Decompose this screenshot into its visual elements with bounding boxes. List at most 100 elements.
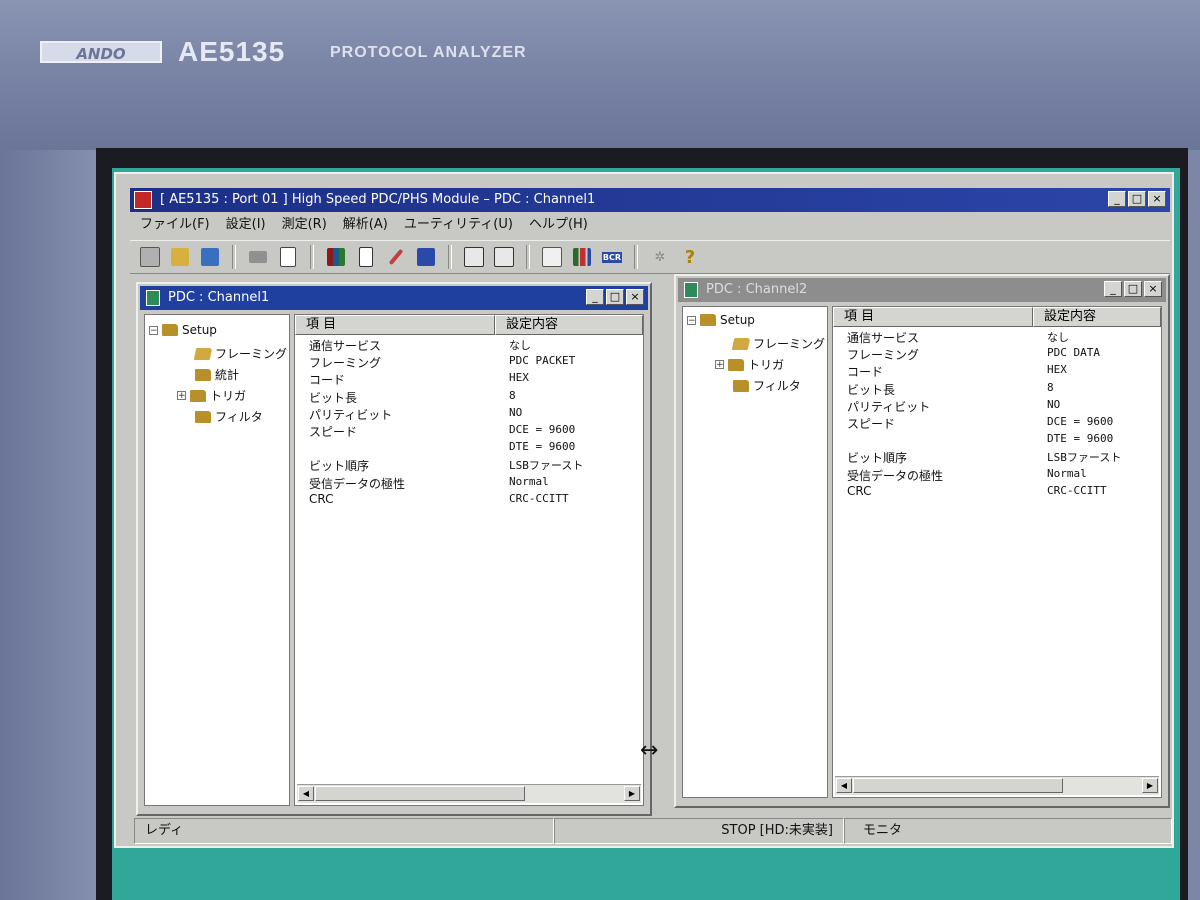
close-button[interactable]: × bbox=[1144, 281, 1162, 297]
report-icon[interactable] bbox=[462, 245, 486, 269]
list-item[interactable]: CRC CRC-CCITT bbox=[833, 484, 1161, 501]
scroll-left-icon[interactable]: ◀ bbox=[836, 778, 852, 793]
toolbar-separator bbox=[232, 245, 236, 269]
pencil-icon[interactable] bbox=[384, 245, 408, 269]
close-button[interactable]: × bbox=[1148, 191, 1166, 207]
print-icon[interactable] bbox=[246, 245, 270, 269]
device-product-name: PROTOCOL ANALYZER bbox=[330, 44, 527, 61]
settings-icon[interactable]: ✲ bbox=[648, 245, 672, 269]
channel1-title-bar[interactable]: PDC : Channel1 _ □ × bbox=[140, 286, 648, 310]
close-button[interactable]: × bbox=[626, 289, 644, 305]
horizontal-scrollbar[interactable]: ◀ ▶ bbox=[835, 776, 1159, 795]
list-item[interactable]: ビット順序 LSBファースト bbox=[295, 457, 643, 474]
status-stop: STOP [HD:未実装] bbox=[554, 818, 844, 844]
edit-icon[interactable] bbox=[354, 245, 378, 269]
collapse-icon[interactable]: − bbox=[687, 315, 696, 325]
column-header-item[interactable]: 項 目 bbox=[295, 315, 495, 335]
bcr-icon[interactable]: BCR bbox=[600, 245, 624, 269]
tree-node-filter[interactable]: フィルタ bbox=[733, 377, 801, 394]
list-item[interactable]: ビット順序 LSBファースト bbox=[833, 449, 1161, 466]
upload-icon[interactable] bbox=[168, 245, 192, 269]
maximize-button[interactable]: □ bbox=[1128, 191, 1146, 207]
column-header-item[interactable]: 項 目 bbox=[833, 307, 1033, 327]
folder-icon bbox=[728, 358, 744, 371]
list-item[interactable]: パリティビット NO bbox=[833, 398, 1161, 415]
scroll-left-icon[interactable]: ◀ bbox=[298, 786, 314, 801]
menu-measure[interactable]: 測定(R) bbox=[282, 214, 327, 236]
list-item[interactable]: 受信データの極性 Normal bbox=[833, 467, 1161, 484]
device-bezel-left bbox=[0, 150, 108, 900]
terminal-icon[interactable] bbox=[414, 245, 438, 269]
list-icon[interactable] bbox=[540, 245, 564, 269]
toolbar-separator bbox=[634, 245, 638, 269]
channel2-window[interactable]: PDC : Channel2 _ □ × − Setup フレーミング + トリ… bbox=[674, 274, 1170, 808]
horizontal-scrollbar[interactable]: ◀ ▶ bbox=[297, 784, 641, 803]
folder-icon bbox=[190, 389, 206, 402]
column-header-setting[interactable]: 設定内容 bbox=[1033, 307, 1161, 327]
menu-settings[interactable]: 設定(I) bbox=[226, 214, 266, 236]
bar-chart-icon[interactable] bbox=[570, 245, 594, 269]
list-item[interactable]: フレーミング PDC PACKET bbox=[295, 354, 643, 371]
folder-open-icon bbox=[193, 347, 213, 360]
collapse-icon[interactable]: − bbox=[149, 325, 158, 335]
list-item[interactable]: 通信サービス なし bbox=[833, 329, 1161, 346]
channel2-title: PDC : Channel2 bbox=[706, 282, 808, 297]
folder-icon bbox=[195, 410, 211, 423]
menu-help[interactable]: ヘルプ(H) bbox=[529, 214, 588, 236]
status-mode: モニタ bbox=[844, 818, 1172, 844]
tree-node-framing[interactable]: フレーミング bbox=[731, 335, 825, 352]
list-item[interactable]: ビット長 8 bbox=[833, 381, 1161, 398]
brand-logo: ANDO bbox=[40, 41, 162, 63]
main-title-bar[interactable]: [ AE5135 : Port 01 ] High Speed PDC/PHS … bbox=[130, 188, 1170, 212]
device-model: AE5135 bbox=[178, 36, 286, 67]
download-icon[interactable] bbox=[198, 245, 222, 269]
menu-analysis[interactable]: 解析(A) bbox=[343, 214, 388, 236]
tree-node-trigger[interactable]: + トリガ bbox=[177, 387, 246, 404]
channel1-window[interactable]: PDC : Channel1 _ □ × − Setup フレーミング 統計 +… bbox=[136, 282, 652, 816]
list-item[interactable]: ビット長 8 bbox=[295, 389, 643, 406]
scroll-right-icon[interactable]: ▶ bbox=[1142, 778, 1158, 793]
maximize-button[interactable]: □ bbox=[1124, 281, 1142, 297]
copy-icon[interactable] bbox=[138, 245, 162, 269]
scroll-thumb[interactable] bbox=[315, 786, 525, 801]
frame-icon[interactable] bbox=[492, 245, 516, 269]
menu-file[interactable]: ファイル(F) bbox=[140, 214, 210, 236]
scroll-right-icon[interactable]: ▶ bbox=[624, 786, 640, 801]
list-item[interactable]: パリティビット NO bbox=[295, 406, 643, 423]
tree-node-setup[interactable]: − Setup bbox=[687, 313, 755, 327]
column-header-setting[interactable]: 設定内容 bbox=[495, 315, 643, 335]
toolbar-separator bbox=[526, 245, 530, 269]
menu-bar: ファイル(F) 設定(I) 測定(R) 解析(A) ユーティリティ(U) ヘルプ… bbox=[130, 214, 1170, 236]
tree-node-trigger[interactable]: + トリガ bbox=[715, 356, 784, 373]
expand-icon[interactable]: + bbox=[177, 391, 186, 401]
list-item[interactable]: スピード DCE = 9600 bbox=[833, 415, 1161, 432]
menu-utility[interactable]: ユーティリティ(U) bbox=[404, 214, 513, 236]
tree-node-framing[interactable]: フレーミング bbox=[193, 345, 287, 362]
list-item[interactable]: 受信データの極性 Normal bbox=[295, 475, 643, 492]
folder-open-icon bbox=[731, 337, 751, 350]
scroll-thumb[interactable] bbox=[853, 778, 1063, 793]
device-bezel: ANDO AE5135 PROTOCOL ANALYZER bbox=[0, 0, 1200, 150]
help-icon[interactable]: ? bbox=[678, 245, 702, 269]
document-icon[interactable] bbox=[276, 245, 300, 269]
minimize-button[interactable]: _ bbox=[1108, 191, 1126, 207]
tree-node-statistics[interactable]: 統計 bbox=[195, 366, 239, 383]
minimize-button[interactable]: _ bbox=[1104, 281, 1122, 297]
list-item[interactable]: CRC CRC-CCITT bbox=[295, 492, 643, 509]
list-item[interactable]: 通信サービス なし bbox=[295, 337, 643, 354]
books-icon[interactable] bbox=[324, 245, 348, 269]
minimize-button[interactable]: _ bbox=[586, 289, 604, 305]
list-item[interactable]: スピード DCE = 9600 bbox=[295, 423, 643, 440]
list-item[interactable]: コード HEX bbox=[833, 363, 1161, 380]
maximize-button[interactable]: □ bbox=[606, 289, 624, 305]
list-item[interactable]: DTE = 9600 bbox=[833, 432, 1161, 449]
list-item[interactable]: フレーミング PDC DATA bbox=[833, 346, 1161, 363]
expand-icon[interactable]: + bbox=[715, 360, 724, 370]
tree-node-setup[interactable]: − Setup bbox=[149, 323, 217, 337]
tree-node-filter[interactable]: フィルタ bbox=[195, 408, 263, 425]
app-icon[interactable] bbox=[134, 191, 152, 209]
list-item[interactable]: DTE = 9600 bbox=[295, 440, 643, 457]
list-item[interactable]: コード HEX bbox=[295, 371, 643, 388]
status-bar: レディ STOP [HD:未実装] モニタ bbox=[134, 818, 1172, 844]
channel2-title-bar[interactable]: PDC : Channel2 _ □ × bbox=[678, 278, 1166, 302]
